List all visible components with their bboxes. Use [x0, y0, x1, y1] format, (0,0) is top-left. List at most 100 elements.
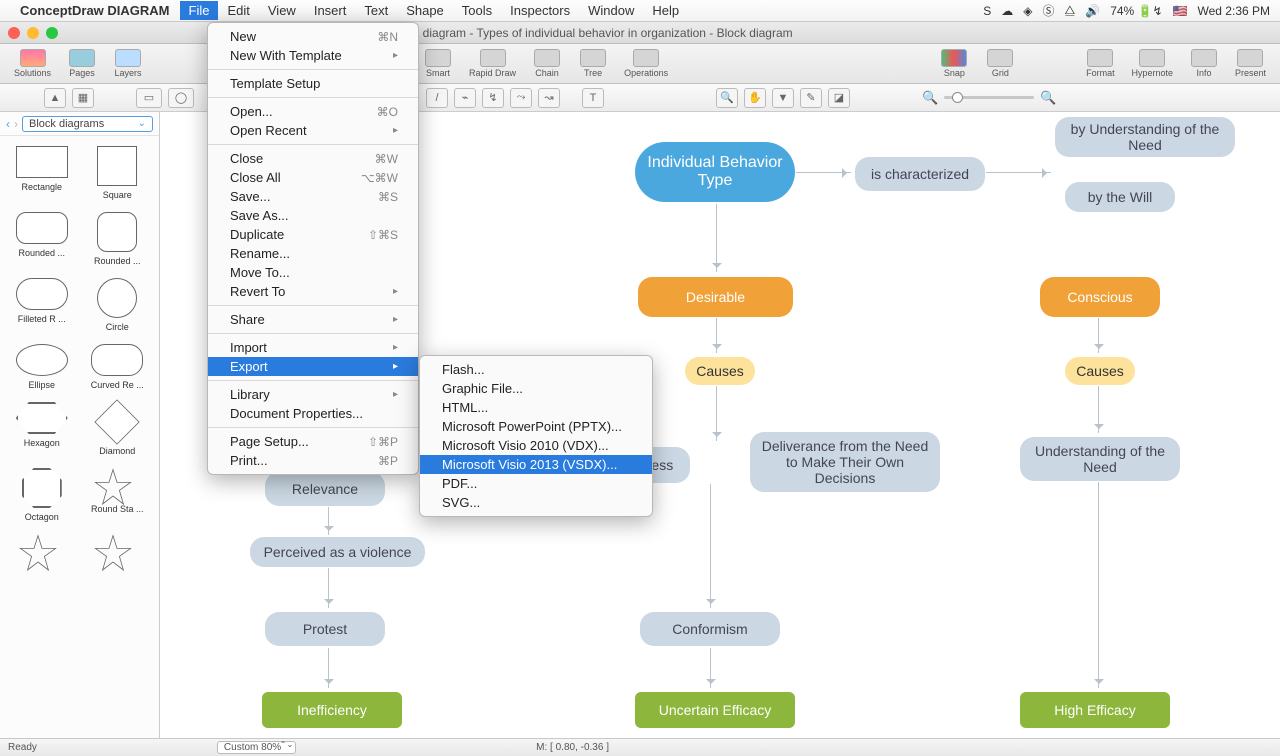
- tool-eraser[interactable]: ◪: [828, 88, 850, 108]
- tb-chain[interactable]: Chain: [526, 48, 568, 79]
- tool-conn4[interactable]: ↝: [538, 88, 560, 108]
- node-conformism[interactable]: Conformism: [640, 612, 780, 646]
- node-causes2[interactable]: Causes: [1065, 357, 1135, 385]
- menu-edit[interactable]: Edit: [218, 1, 258, 20]
- tb-snap[interactable]: Snap: [933, 48, 975, 79]
- tb-smart[interactable]: Smart: [417, 48, 459, 79]
- node-perceived[interactable]: Perceived as a violence: [250, 537, 425, 567]
- export-menu-item[interactable]: SVG...: [420, 493, 652, 512]
- shape-Square[interactable]: Square: [82, 142, 154, 204]
- file-menu-item[interactable]: Library: [208, 385, 418, 404]
- shape-Rounded ...[interactable]: Rounded ...: [82, 208, 154, 270]
- clock[interactable]: Wed 2:36 PM: [1198, 4, 1270, 18]
- tb-pages[interactable]: Pages: [61, 48, 103, 79]
- minimize-button[interactable]: [27, 27, 39, 39]
- tool-conn1[interactable]: ⌁: [454, 88, 476, 108]
- tb-solutions[interactable]: Solutions: [8, 48, 57, 79]
- file-menu-item[interactable]: Export: [208, 357, 418, 376]
- file-menu-item[interactable]: Import: [208, 338, 418, 357]
- menu-inspectors[interactable]: Inspectors: [501, 1, 579, 20]
- file-menu-item[interactable]: Duplicate⇧⌘S: [208, 225, 418, 244]
- dropbox-icon[interactable]: ◈: [1023, 4, 1032, 18]
- file-menu-item[interactable]: New⌘N: [208, 27, 418, 46]
- file-menu-item[interactable]: Rename...: [208, 244, 418, 263]
- tb-layers[interactable]: Layers: [107, 48, 149, 79]
- shape-Filleted R ...[interactable]: Filleted R ...: [6, 274, 78, 336]
- export-menu-item[interactable]: HTML...: [420, 398, 652, 417]
- file-menu-item[interactable]: Save As...: [208, 206, 418, 225]
- tool-select[interactable]: ▦: [72, 88, 94, 108]
- tool-text[interactable]: T: [582, 88, 604, 108]
- file-menu-item[interactable]: Open Recent: [208, 121, 418, 140]
- shape-Diamond[interactable]: Diamond: [82, 398, 154, 460]
- flag-icon[interactable]: 🇺🇸: [1173, 4, 1188, 18]
- node-high[interactable]: High Efficacy: [1020, 692, 1170, 728]
- menu-window[interactable]: Window: [579, 1, 643, 20]
- tool-eyedropper[interactable]: ✎: [800, 88, 822, 108]
- export-menu-item[interactable]: Microsoft PowerPoint (PPTX)...: [420, 417, 652, 436]
- node-characterized[interactable]: is characterized: [855, 157, 985, 191]
- menu-file[interactable]: File: [180, 1, 219, 20]
- tb-info[interactable]: Info: [1183, 48, 1225, 79]
- file-menu-item[interactable]: Share: [208, 310, 418, 329]
- menu-insert[interactable]: Insert: [305, 1, 356, 20]
- file-menu-item[interactable]: Page Setup...⇧⌘P: [208, 432, 418, 451]
- shape-Hexagon[interactable]: Hexagon: [6, 398, 78, 460]
- node-conscious[interactable]: Conscious: [1040, 277, 1160, 317]
- battery[interactable]: 74% 🔋↯: [1110, 4, 1162, 18]
- tb-present[interactable]: Present: [1229, 48, 1272, 79]
- shape-Rectangle[interactable]: Rectangle: [6, 142, 78, 204]
- node-inefficiency[interactable]: Inefficiency: [262, 692, 402, 728]
- export-menu-item[interactable]: PDF...: [420, 474, 652, 493]
- tb-operations[interactable]: Operations: [618, 48, 674, 79]
- tool-ellipse[interactable]: ◯: [168, 88, 194, 108]
- file-menu-item[interactable]: Close⌘W: [208, 149, 418, 168]
- menu-view[interactable]: View: [259, 1, 305, 20]
- wifi-icon[interactable]: ⧋: [1065, 3, 1076, 18]
- zoom-select[interactable]: Custom 80%: [217, 741, 296, 754]
- file-menu-item[interactable]: Template Setup: [208, 74, 418, 93]
- shape-item[interactable]: [6, 530, 78, 574]
- shape-Octagon[interactable]: Octagon: [6, 464, 78, 526]
- export-menu-item[interactable]: Microsoft Visio 2013 (VSDX)...: [420, 455, 652, 474]
- tool-conn2[interactable]: ↯: [482, 88, 504, 108]
- node-uncertain[interactable]: Uncertain Efficacy: [635, 692, 795, 728]
- zoom-in-icon[interactable]: 🔍: [1040, 90, 1056, 106]
- nav-back-icon[interactable]: ‹: [6, 117, 10, 131]
- node-ib-type[interactable]: Individual Behavior Type: [635, 142, 795, 202]
- zoom-out-icon[interactable]: 🔍: [922, 90, 938, 106]
- cloud-icon[interactable]: ☁: [1001, 4, 1013, 18]
- menu-help[interactable]: Help: [643, 1, 688, 20]
- library-select[interactable]: Block diagrams: [22, 116, 153, 132]
- tool-stamp[interactable]: ▼: [772, 88, 794, 108]
- tool-hand[interactable]: ✋: [744, 88, 766, 108]
- file-menu-item[interactable]: Save...⌘S: [208, 187, 418, 206]
- node-relevance[interactable]: Relevance: [265, 472, 385, 506]
- node-desirable[interactable]: Desirable: [638, 277, 793, 317]
- menu-shape[interactable]: Shape: [397, 1, 453, 20]
- volume-icon[interactable]: 🔊: [1085, 4, 1100, 18]
- shape-item[interactable]: [82, 530, 154, 574]
- shape-Rounded ...[interactable]: Rounded ...: [6, 208, 78, 270]
- file-menu-item[interactable]: Close All⌥⌘W: [208, 168, 418, 187]
- skype-icon[interactable]: Ⓢ: [1043, 2, 1055, 19]
- export-menu-item[interactable]: Graphic File...: [420, 379, 652, 398]
- app-name[interactable]: ConceptDraw DIAGRAM: [20, 3, 170, 18]
- menu-text[interactable]: Text: [355, 1, 397, 20]
- shape-Circle[interactable]: Circle: [82, 274, 154, 336]
- file-menu-item[interactable]: Move To...: [208, 263, 418, 282]
- menu-tools[interactable]: Tools: [453, 1, 501, 20]
- shape-Ellipse[interactable]: Ellipse: [6, 340, 78, 394]
- file-menu-item[interactable]: Document Properties...: [208, 404, 418, 423]
- file-menu-item[interactable]: Open...⌘O: [208, 102, 418, 121]
- tool-rect[interactable]: ▭: [136, 88, 162, 108]
- tool-line[interactable]: /: [426, 88, 448, 108]
- shape-Round Sta ...[interactable]: Round Sta ...: [82, 464, 154, 526]
- file-menu-item[interactable]: Print...⌘P: [208, 451, 418, 470]
- file-menu-item[interactable]: Revert To: [208, 282, 418, 301]
- export-menu-item[interactable]: Flash...: [420, 360, 652, 379]
- export-menu-item[interactable]: Microsoft Visio 2010 (VDX)...: [420, 436, 652, 455]
- tb-rapid-draw[interactable]: Rapid Draw: [463, 48, 522, 79]
- tb-format[interactable]: Format: [1079, 48, 1121, 79]
- tool-conn3[interactable]: ⤳: [510, 88, 532, 108]
